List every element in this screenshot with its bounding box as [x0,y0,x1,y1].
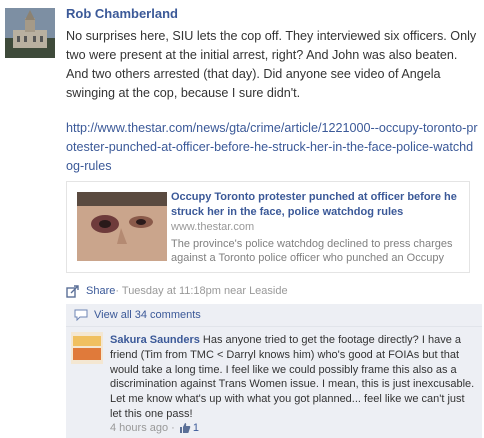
comment-meta: 4 hours ago · 1 [110,422,199,434]
comment-time: 4 hours ago · [110,422,175,434]
view-all-comments[interactable]: View all 34 comments [66,304,482,327]
view-all-comments-label[interactable]: View all 34 comments [94,309,201,321]
preview-thumbnail[interactable] [77,192,167,261]
comment-text: Has anyone tried to get the footage dire… [110,334,475,420]
preview-description: The province's police watchdog declined … [171,238,453,264]
preview-domain: www.thestar.com [171,221,255,233]
link-preview[interactable]: Occupy Toronto protester punched at offi… [66,181,470,273]
comment-icon [74,309,88,321]
commenter-avatar[interactable] [71,332,103,364]
comment-author-name[interactable]: Sakura Saunders [110,334,200,346]
post-link[interactable]: http://www.thestar.com/news/gta/crime/ar… [66,119,480,176]
post-meta: Share · Tuesday at 11:18pm near Leaside [66,284,288,298]
comment-like-count[interactable]: 1 [193,422,199,434]
like-icon[interactable] [179,422,191,434]
comment-body: Sakura Saunders Has anyone tried to get … [110,333,476,422]
share-link[interactable]: Share [86,285,115,297]
author-avatar[interactable] [5,8,55,58]
post-author-name[interactable]: Rob Chamberland [66,6,178,21]
preview-title[interactable]: Occupy Toronto protester punched at offi… [171,190,461,220]
post-text: No surprises here, SIU lets the cop off.… [66,29,477,100]
share-icon [66,285,79,298]
comment-item: Sakura Saunders Has anyone tried to get … [66,327,482,438]
post-timestamp: · Tuesday at 11:18pm near Leaside [115,285,288,297]
